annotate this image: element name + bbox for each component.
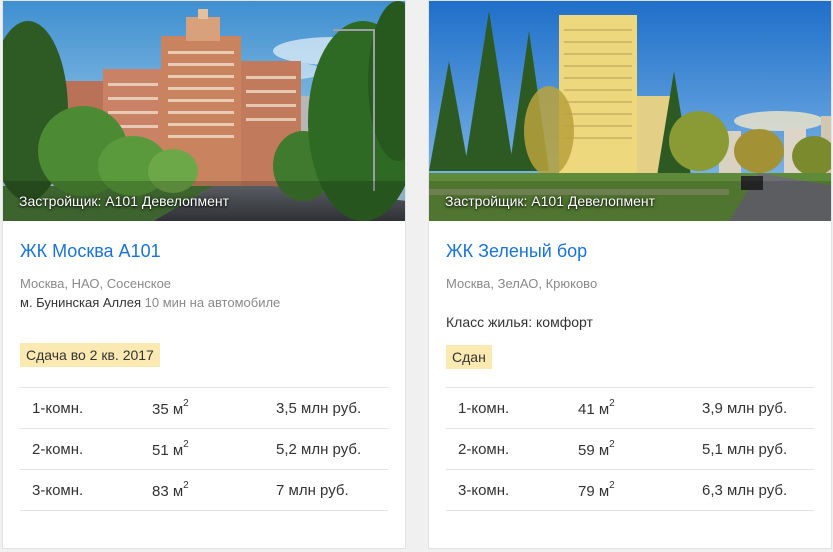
developer-label: Застройщик: А101 Девелопмент	[19, 193, 229, 209]
complex-photo-image	[429, 1, 831, 221]
developer-label: Застройщик: А101 Девелопмент	[445, 193, 655, 209]
offer-row[interactable]: 3-комн. 79 м2 6,3 млн руб.	[446, 469, 814, 511]
metro-travel-time: 10 мин на автомобиле	[144, 295, 281, 310]
offer-area-value: 41 м	[578, 401, 610, 418]
offer-area-unit-exponent: 2	[183, 439, 189, 450]
offer-area-value: 59 м	[578, 442, 610, 459]
offer-rooms: 1-комн.	[32, 400, 84, 417]
offer-area-unit-exponent: 2	[609, 439, 615, 450]
offer-area-value: 51 м	[152, 442, 184, 459]
offer-price: 3,9 млн руб.	[702, 400, 788, 417]
apartment-offers-table: 1-комн. 35 м2 3,5 млн руб. 2-комн. 51 м2…	[20, 387, 388, 511]
offer-area: 41 м2	[578, 398, 615, 418]
metro-station: м. Бунинская Аллея	[20, 295, 141, 310]
apartment-offers-table: 1-комн. 41 м2 3,9 млн руб. 2-комн. 59 м2…	[446, 387, 814, 511]
metro-info: м. Бунинская Аллея 10 мин на автомобиле	[20, 295, 280, 310]
offer-rooms: 2-комн.	[32, 441, 84, 458]
complex-photo[interactable]: Застройщик: А101 Девелопмент	[429, 1, 831, 221]
offer-rooms: 1-комн.	[458, 400, 510, 417]
offer-area-value: 35 м	[152, 401, 184, 418]
offer-row[interactable]: 3-комн. 83 м2 7 млн руб.	[20, 469, 388, 511]
offer-area: 35 м2	[152, 398, 189, 418]
offer-rooms: 3-комн.	[32, 482, 84, 499]
offer-area-unit-exponent: 2	[609, 398, 615, 409]
complex-photo-image	[3, 1, 405, 221]
complex-card-moskva-a101[interactable]: Застройщик: А101 Девелопмент ЖК Москва А…	[2, 0, 406, 549]
offer-row[interactable]: 1-комн. 41 м2 3,9 млн руб.	[446, 387, 814, 428]
offer-area-value: 83 м	[152, 483, 184, 500]
offer-area: 79 м2	[578, 480, 615, 500]
offer-area: 51 м2	[152, 439, 189, 459]
offer-row[interactable]: 2-комн. 59 м2 5,1 млн руб.	[446, 428, 814, 469]
offer-area-unit-exponent: 2	[183, 398, 189, 409]
housing-class: Класс жилья: комфорт	[446, 314, 593, 330]
offer-area: 83 м2	[152, 480, 189, 500]
offer-row[interactable]: 2-комн. 51 м2 5,2 млн руб.	[20, 428, 388, 469]
offer-price: 5,2 млн руб.	[276, 441, 362, 458]
offer-area-unit-exponent: 2	[183, 480, 189, 491]
completion-status-badge: Сдан	[446, 345, 492, 369]
complex-card-zeleny-bor[interactable]: Застройщик: А101 Девелопмент ЖК Зеленый …	[428, 0, 832, 549]
offer-area-unit-exponent: 2	[609, 480, 615, 491]
offer-rooms: 2-комн.	[458, 441, 510, 458]
offer-rooms: 3-комн.	[458, 482, 510, 499]
complex-photo[interactable]: Застройщик: А101 Девелопмент	[3, 1, 405, 221]
complex-title-link[interactable]: ЖК Зеленый бор	[446, 241, 587, 262]
complex-title-link[interactable]: ЖК Москва А101	[20, 241, 161, 262]
offer-price: 5,1 млн руб.	[702, 441, 788, 458]
offer-area-value: 79 м	[578, 483, 610, 500]
completion-status-badge: Сдача во 2 кв. 2017	[20, 343, 160, 367]
complex-location: Москва, НАО, Сосенское	[20, 276, 172, 291]
offer-price: 7 млн руб.	[276, 482, 349, 499]
offer-row[interactable]: 1-комн. 35 м2 3,5 млн руб.	[20, 387, 388, 428]
offer-price: 3,5 млн руб.	[276, 400, 362, 417]
offer-area: 59 м2	[578, 439, 615, 459]
complex-location: Москва, ЗелАО, Крюково	[446, 276, 598, 291]
offer-price: 6,3 млн руб.	[702, 482, 788, 499]
